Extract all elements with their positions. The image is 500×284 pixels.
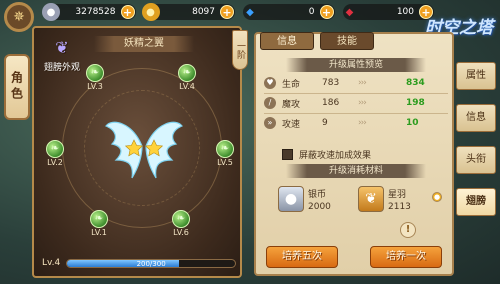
feather-orb-icon: ❧ [86, 64, 104, 82]
stat-name: 魔攻 [282, 99, 301, 110]
material-silver: ● 银币 2000 [278, 184, 358, 214]
stat-row-magic-attack: / 魔攻 186 ››› 198 [264, 96, 448, 110]
side-tab-attributes[interactable]: 属性 [456, 62, 496, 90]
side-tab-info[interactable]: 信息 [456, 104, 496, 132]
level-node-6[interactable]: ❧ LV.6 [168, 210, 194, 237]
checkbox-label: 屏蔽攻速加成效果 [299, 151, 372, 161]
resource-gem-value: 100 [396, 7, 414, 17]
side-tab-wings[interactable]: 翅膀 [456, 188, 496, 216]
info-tabs: 信息 技能 [260, 32, 374, 50]
stat-new: 198 [406, 98, 425, 108]
material-qty: 2000 [308, 201, 331, 212]
stat-name: 生命 [282, 79, 301, 90]
resource-gold-value: 8097 [192, 7, 215, 17]
wing-level-label: Lv.4 [42, 258, 61, 268]
gold-coin-icon: ● [141, 3, 160, 21]
divider [264, 113, 448, 114]
wing-appearance-button[interactable]: ❦ 翅膀外观 [38, 38, 86, 73]
wand-icon: / [264, 97, 276, 109]
silver-coin-icon[interactable]: ● [278, 186, 304, 212]
exp-progress-track: 200/300 [66, 258, 236, 268]
preview-header: 升级属性预览 [286, 58, 426, 72]
add-silver-button[interactable]: + [120, 5, 135, 19]
fairy-wings-image [105, 121, 183, 179]
material-qty: 2113 [388, 201, 411, 212]
stat-row-attack-speed: » 攻速 9 ››› 10 [264, 116, 448, 130]
level-node-label: LV.5 [217, 158, 233, 167]
heart-icon: ♥ [264, 77, 276, 89]
feather-orb-icon: ❧ [90, 210, 108, 228]
arrow-right-icon: ››› [358, 78, 367, 88]
stat-old: 9 [322, 118, 328, 128]
feather-orb-icon: ❧ [46, 140, 64, 158]
material-name: 银币 [308, 189, 327, 200]
level-node-label: LV.1 [91, 228, 107, 237]
stat-old: 783 [322, 78, 340, 88]
train-once-button[interactable]: 培养一次 [370, 246, 442, 268]
side-tab-title[interactable]: 头衔 [456, 146, 496, 174]
level-node-label: LV.2 [47, 158, 63, 167]
resource-gem: ◆ 100 + [342, 4, 434, 20]
resource-diamond: ◆ 0 + [243, 4, 335, 20]
stat-name: 攻速 [282, 119, 301, 130]
level-node-2[interactable]: ❧ LV.2 [42, 140, 68, 167]
level-node-3[interactable]: ❧ LV.3 [82, 64, 108, 91]
wing-appearance-label: 翅膀外观 [43, 63, 80, 73]
tab-info[interactable]: 信息 [260, 32, 314, 50]
alert-icon[interactable]: ! [400, 222, 416, 238]
feather-orb-icon: ❧ [178, 64, 196, 82]
resource-gold: ● 8097 + [141, 3, 235, 21]
character-tab[interactable]: 角色 [4, 54, 30, 120]
ship-wheel-icon[interactable]: ✵ [4, 2, 34, 32]
stat-row-hp: ♥ 生命 783 ››› 834 [264, 76, 448, 90]
exp-progress-text: 200/300 [136, 259, 166, 268]
level-node-label: LV.4 [179, 82, 195, 91]
arrow-right-icon: ››› [358, 118, 367, 128]
star-feather-icon[interactable]: ❦ [358, 186, 384, 212]
checkbox-box[interactable] [282, 149, 293, 160]
resource-bar: ● 3278528 + ● 8097 + ◆ 0 + ◆ 100 + [42, 3, 434, 22]
materials-header: 升级消耗材料 [286, 164, 426, 178]
hide-attack-speed-checkbox[interactable]: 屏蔽攻速加成效果 [282, 148, 371, 161]
material-star-feather: ❦ 星羽 2113 [358, 184, 438, 214]
feather-orb-icon: ❧ [172, 210, 190, 228]
stat-new: 10 [406, 118, 419, 128]
feather-orb-icon: ❧ [216, 140, 234, 158]
add-diamond-button[interactable]: + [319, 5, 334, 19]
speed-icon: » [264, 117, 276, 129]
divider [264, 93, 448, 94]
info-panel: 信息 技能 升级属性预览 ♥ 生命 783 ››› 834 / 魔攻 186 ›… [254, 32, 454, 276]
gold-coin-icon: ● [432, 192, 442, 202]
stat-old: 186 [322, 98, 340, 108]
level-node-label: LV.3 [87, 82, 103, 91]
wing-tier-tag: 一阶 [232, 30, 248, 70]
resource-diamond-value: 0 [308, 7, 315, 17]
red-gem-icon: ◆ [345, 6, 354, 18]
level-node-1[interactable]: ❧ LV.1 [86, 210, 112, 237]
material-name: 星羽 [388, 189, 407, 200]
coin-stack-icon: ● [42, 3, 60, 21]
blue-diamond-icon: ◆ [246, 6, 254, 18]
resource-silver: ● 3278528 + [42, 3, 136, 21]
add-gold-button[interactable]: + [220, 5, 234, 19]
wing-title: 妖精之翼 [94, 36, 194, 52]
tab-skills[interactable]: 技能 [320, 32, 374, 50]
arrow-right-icon: ››› [358, 98, 367, 108]
resource-silver-value: 3278528 [75, 7, 116, 17]
level-node-5[interactable]: ❧ LV.5 [212, 140, 238, 167]
wing-panel: 妖精之翼 ❦ 翅膀外观 ❧ LV.3 ❧ LV.4 ❧ LV.2 ❧ LV.5 … [32, 26, 242, 278]
level-node-4[interactable]: ❧ LV.4 [174, 64, 200, 91]
level-node-label: LV.6 [173, 228, 189, 237]
stat-new: 834 [406, 78, 425, 88]
train-five-button[interactable]: 培养五次 [266, 246, 338, 268]
wing-level-bar: Lv.4 200/300 [42, 256, 236, 270]
wing-emblem-icon: ❦ [55, 38, 69, 57]
